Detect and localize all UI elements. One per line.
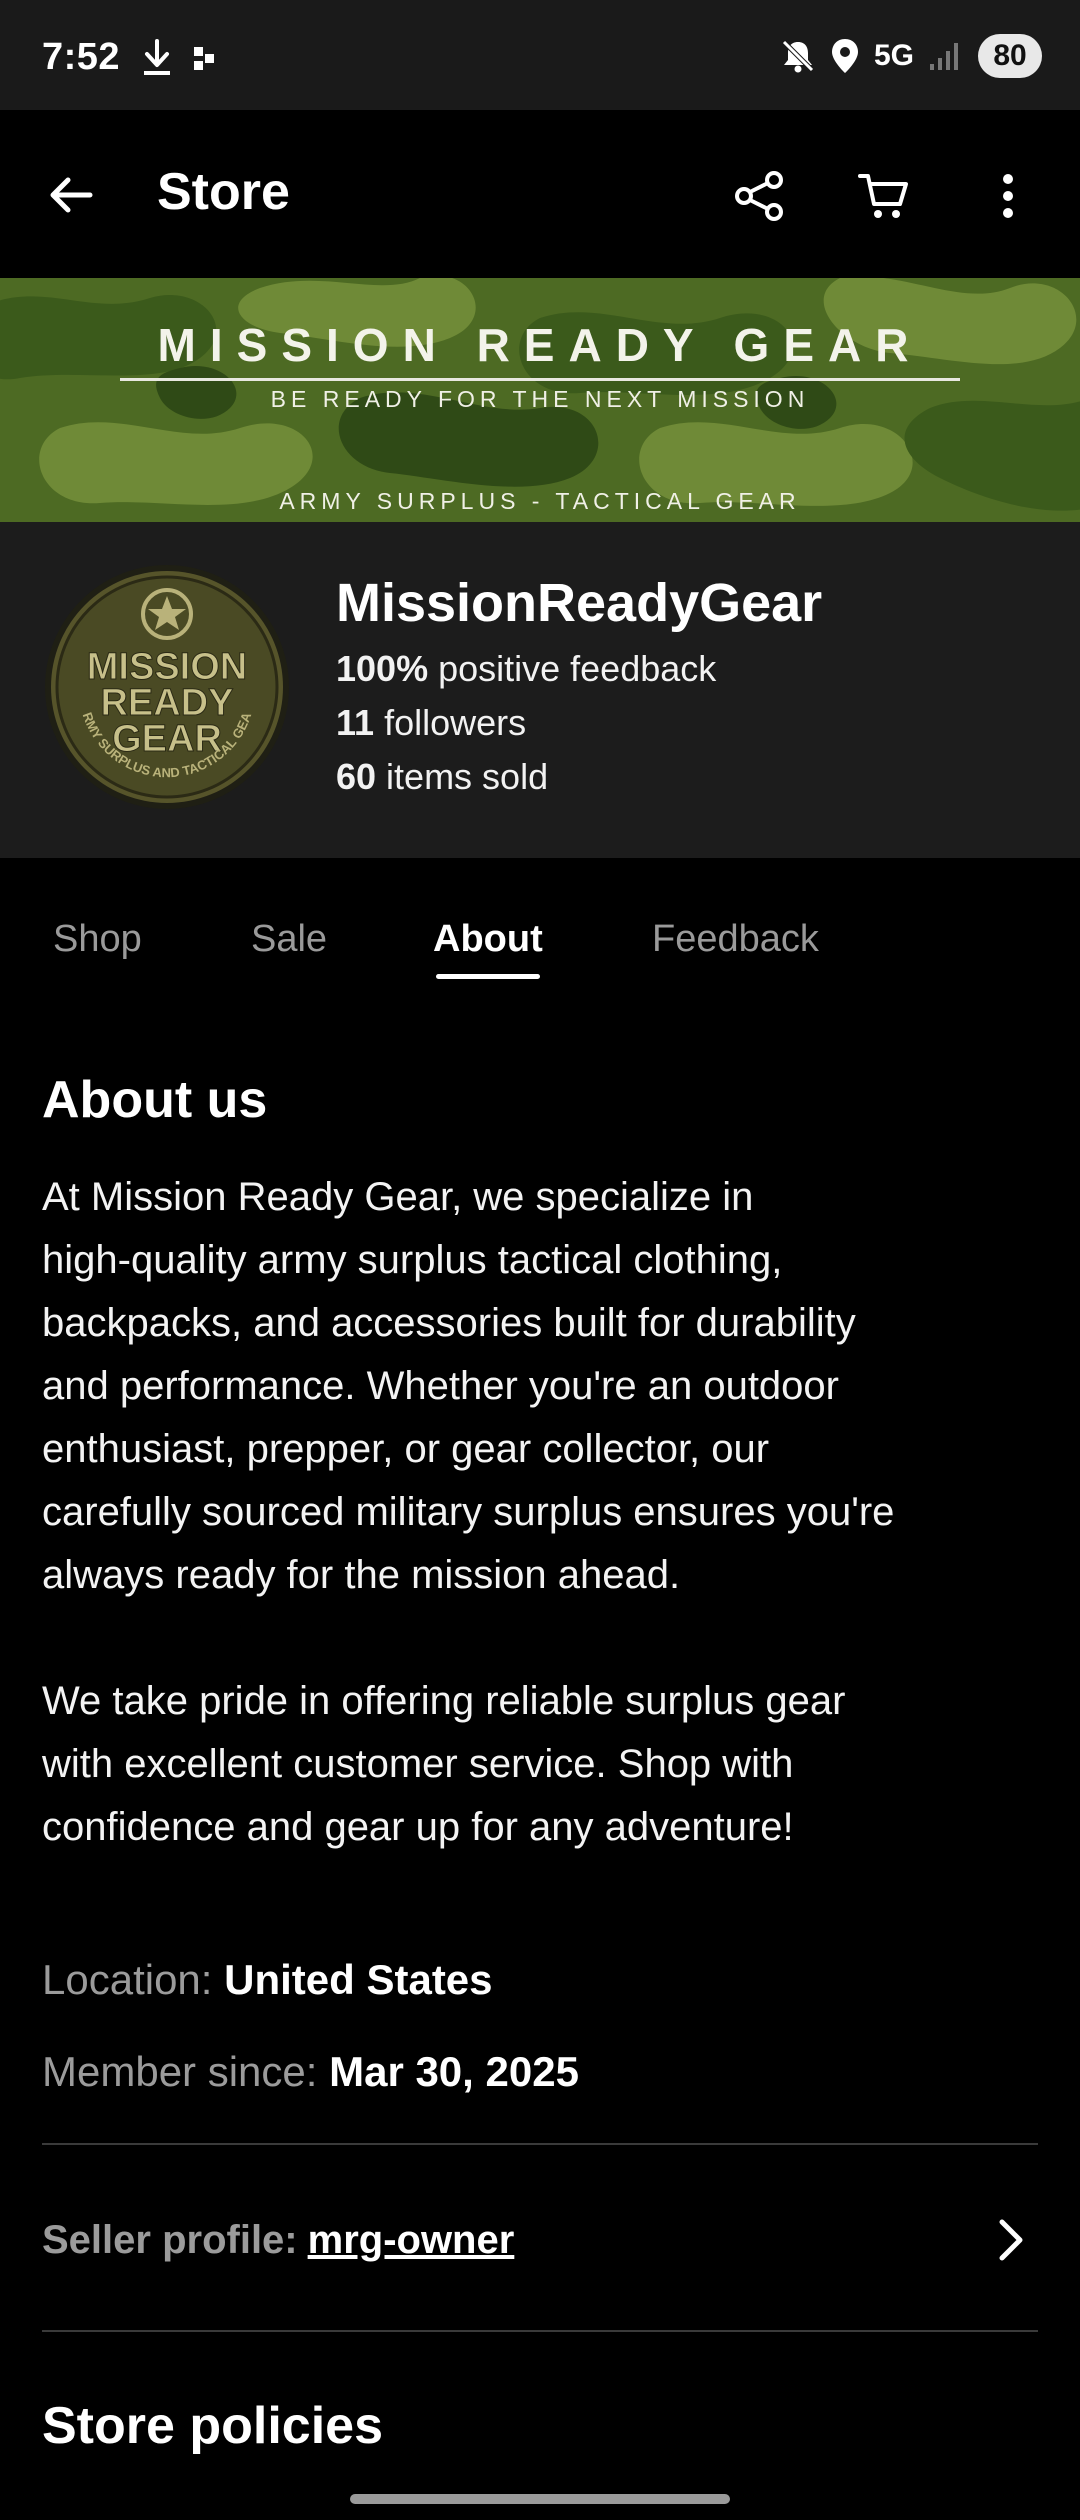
- share-icon: [735, 171, 783, 221]
- member-since-label: Member since:: [42, 2048, 330, 2095]
- tab-sale[interactable]: Sale: [251, 918, 327, 961]
- location-row: Location: United States: [42, 1956, 493, 2004]
- signal-icon: [930, 43, 958, 70]
- divider: [42, 2330, 1038, 2332]
- banner-title: MISSION READY GEAR: [157, 319, 923, 371]
- battery-indicator: 80: [978, 34, 1042, 78]
- about-line: enthusiast, prepper, or gear collector, …: [42, 1427, 770, 1471]
- page-title: Store: [157, 163, 290, 221]
- items-sold-stat: 60 items sold: [336, 756, 548, 798]
- about-heading: About us: [42, 1071, 268, 1129]
- about-line: confidence and gear up for any adventure…: [42, 1805, 794, 1849]
- about-line: At Mission Ready Gear, we specialize in: [42, 1175, 754, 1219]
- store-tabs: Shop Sale About Feedback: [0, 858, 1080, 1008]
- about-line: with excellent customer service. Shop wi…: [42, 1742, 794, 1786]
- store-banner: MISSION READY GEAR BE READY FOR THE NEXT…: [0, 278, 1080, 522]
- status-left-icons: [140, 38, 218, 78]
- items-sold-label: items sold: [376, 756, 549, 797]
- cart-icon: [858, 174, 908, 218]
- banner-tagline: ARMY SURPLUS - TACTICAL GEAR: [279, 488, 801, 514]
- network-type: 5G: [873, 39, 914, 72]
- followers-stat[interactable]: 11 followers: [336, 702, 526, 744]
- about-line: carefully sourced military surplus ensur…: [42, 1490, 895, 1534]
- status-bar: 7:52 5G 80: [0, 0, 1080, 110]
- mute-icon: [782, 40, 814, 73]
- logo-text-gear: GEAR: [112, 718, 222, 760]
- seller-profile-link[interactable]: mrg-owner: [308, 2218, 515, 2263]
- feedback-stat: 100% positive feedback: [336, 648, 716, 690]
- about-line: always ready for the mission ahead.: [42, 1553, 681, 1597]
- tab-feedback[interactable]: Feedback: [652, 918, 819, 961]
- status-time: 7:52: [42, 36, 121, 78]
- location-label: Location:: [42, 1956, 225, 2003]
- download-icon: [144, 39, 170, 75]
- feedback-label: positive feedback: [428, 648, 717, 689]
- home-indicator[interactable]: [350, 2494, 730, 2504]
- notification-dot-icon: [194, 47, 214, 70]
- location-value: United States: [224, 1956, 493, 2003]
- app-actions: [718, 154, 1050, 238]
- more-vert-icon: [1003, 174, 1013, 218]
- about-paragraph-2: We take pride in offering reliable surpl…: [42, 1670, 1042, 1859]
- system-nav-bar: [0, 2470, 1080, 2520]
- seller-profile-row[interactable]: Seller profile: mrg-owner: [42, 2200, 1038, 2280]
- tab-shop[interactable]: Shop: [53, 918, 142, 961]
- member-since-value: Mar 30, 2025: [329, 2048, 579, 2095]
- seller-profile-label: Seller profile:: [42, 2217, 298, 2262]
- about-paragraph-1: At Mission Ready Gear, we specialize in …: [42, 1166, 1042, 1607]
- store-policies-heading: Store policies: [42, 2397, 383, 2455]
- active-tab-indicator: [436, 974, 540, 979]
- store-logo[interactable]: MISSION READY GEAR ARMY SURPLUS AND TACT…: [42, 562, 292, 812]
- more-options-button[interactable]: [966, 154, 1050, 238]
- back-arrow-icon: [50, 177, 93, 213]
- feedback-value: 100%: [336, 648, 429, 689]
- back-button[interactable]: [36, 160, 106, 230]
- share-button[interactable]: [718, 154, 802, 238]
- banner-subtitle: BE READY FOR THE NEXT MISSION: [270, 386, 810, 412]
- about-line: backpacks, and accessories built for dur…: [42, 1301, 856, 1345]
- status-right: 5G 80: [780, 34, 1042, 78]
- member-since-row: Member since: Mar 30, 2025: [42, 2048, 579, 2096]
- banner-divider: [120, 378, 960, 381]
- about-line: and performance. Whether you're an outdo…: [42, 1364, 839, 1408]
- store-header: MISSION READY GEAR ARMY SURPLUS AND TACT…: [0, 522, 1080, 858]
- store-name: MissionReadyGear: [336, 573, 823, 633]
- divider: [42, 2143, 1038, 2145]
- tab-about[interactable]: About: [433, 918, 543, 961]
- followers-value: 11: [336, 702, 375, 743]
- location-icon: [831, 39, 858, 73]
- items-sold-value: 60: [336, 756, 377, 797]
- app-bar: Store: [0, 110, 1080, 278]
- cart-button[interactable]: [842, 154, 926, 238]
- about-line: We take pride in offering reliable surpl…: [42, 1679, 846, 1723]
- about-line: high-quality army surplus tactical cloth…: [42, 1238, 783, 1282]
- followers-label: followers: [374, 702, 527, 743]
- chevron-right-icon: [999, 2219, 1023, 2261]
